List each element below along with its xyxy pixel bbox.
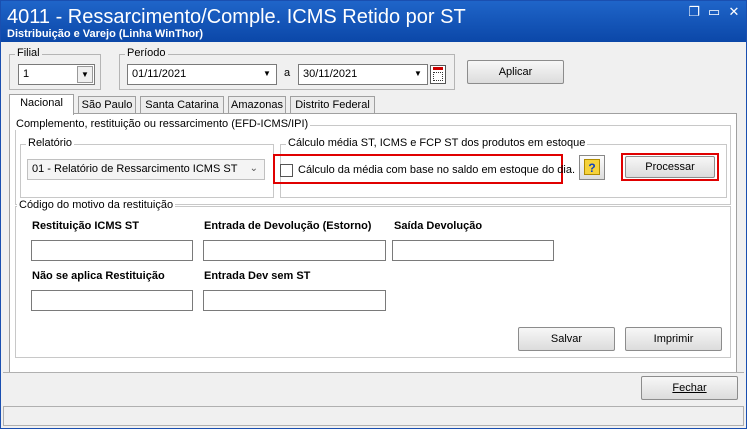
filial-select[interactable]: 1 ▼ <box>18 64 95 85</box>
tab-distrito-federal[interactable]: Distrito Federal <box>290 96 375 114</box>
nao-se-aplica-label: Não se aplica Restituição <box>32 270 165 282</box>
close-icon[interactable]: ✕ <box>725 5 743 21</box>
saida-devolucao-label: Saída Devolução <box>394 220 483 232</box>
app-window: 4011 - Ressarcimento/Comple. ICMS Retido… <box>0 0 747 429</box>
tab-amazonas[interactable]: Amazonas <box>228 96 286 114</box>
relatorio-title: Relatório <box>26 137 75 149</box>
save-button[interactable]: Salvar <box>518 327 615 351</box>
calc-checkbox-label: Cálculo da média com base no saldo em es… <box>298 164 576 176</box>
tab-panel-nacional: Complemento, restituição ou ressarciment… <box>9 113 737 373</box>
divider <box>3 372 744 373</box>
apply-button[interactable]: Aplicar <box>467 60 564 84</box>
close-button[interactable]: Fechar <box>641 376 738 400</box>
date-separator: a <box>284 67 291 79</box>
relatorio-select[interactable]: 01 - Relatório de Ressarcimento ICMS ST … <box>27 159 265 180</box>
entrada-devolucao-label: Entrada de Devolução (Estorno) <box>204 220 372 232</box>
calendar-icon-grid <box>433 72 443 81</box>
minimize-icon[interactable]: ▭ <box>705 5 723 21</box>
chevron-down-icon[interactable]: ▼ <box>259 66 275 83</box>
chevron-down-icon[interactable]: ▼ <box>410 66 426 83</box>
periodo-label: Período <box>125 47 168 59</box>
nao-se-aplica-input[interactable] <box>31 290 193 311</box>
entrada-dev-sem-st-label: Entrada Dev sem ST <box>204 270 311 282</box>
relatorio-group: Relatório 01 - Relatório de Ressarciment… <box>20 137 274 198</box>
date-end-value: 30/11/2021 <box>303 68 358 80</box>
window-subtitle: Distribuição e Varejo (Linha WinThor) <box>7 28 204 40</box>
saida-devolucao-input[interactable] <box>392 240 554 261</box>
tab-sao-paulo[interactable]: São Paulo <box>78 96 136 114</box>
date-start-value: 01/11/2021 <box>132 68 187 80</box>
filial-label: Filial <box>15 47 42 59</box>
calendar-icon-header <box>433 67 443 70</box>
restituicao-icms-st-label: Restituição ICMS ST <box>32 220 139 232</box>
restituicao-icms-st-input[interactable] <box>31 240 193 261</box>
title-bar: 4011 - Ressarcimento/Comple. ICMS Retido… <box>1 1 746 42</box>
motivo-title: Código do motivo da restituição <box>17 199 176 211</box>
window-title: 4011 - Ressarcimento/Comple. ICMS Retido… <box>7 6 466 28</box>
restore-icon[interactable]: ❐ <box>685 5 703 21</box>
status-bar <box>3 406 744 426</box>
date-end-field[interactable]: 30/11/2021 ▼ <box>298 64 428 85</box>
motivo-group: Código do motivo da restituição Restitui… <box>15 199 731 358</box>
relatorio-value: 01 - Relatório de Ressarcimento ICMS ST <box>32 163 238 175</box>
help-button[interactable]: ? <box>579 155 605 180</box>
tab-nacional[interactable]: Nacional <box>9 94 74 115</box>
entrada-dev-sem-st-input[interactable] <box>203 290 386 311</box>
chevron-down-icon[interactable]: ▼ <box>77 66 93 83</box>
calendar-icon[interactable] <box>430 65 446 84</box>
calc-checkbox[interactable] <box>280 164 293 177</box>
chevron-down-icon[interactable]: ⌄ <box>250 163 258 174</box>
help-icon: ? <box>584 159 600 175</box>
calc-title: Cálculo média ST, ICMS e FCP ST dos prod… <box>286 137 588 149</box>
date-start-field[interactable]: 01/11/2021 ▼ <box>127 64 277 85</box>
filial-value: 1 <box>23 68 30 80</box>
complemento-title: Complemento, restituição ou ressarciment… <box>14 118 311 130</box>
tab-santa-catarina[interactable]: Santa Catarina <box>140 96 224 114</box>
close-button-label: Fechar <box>672 382 707 394</box>
process-button[interactable]: Processar <box>625 156 715 178</box>
print-button[interactable]: Imprimir <box>625 327 722 351</box>
entrada-devolucao-input[interactable] <box>203 240 386 261</box>
